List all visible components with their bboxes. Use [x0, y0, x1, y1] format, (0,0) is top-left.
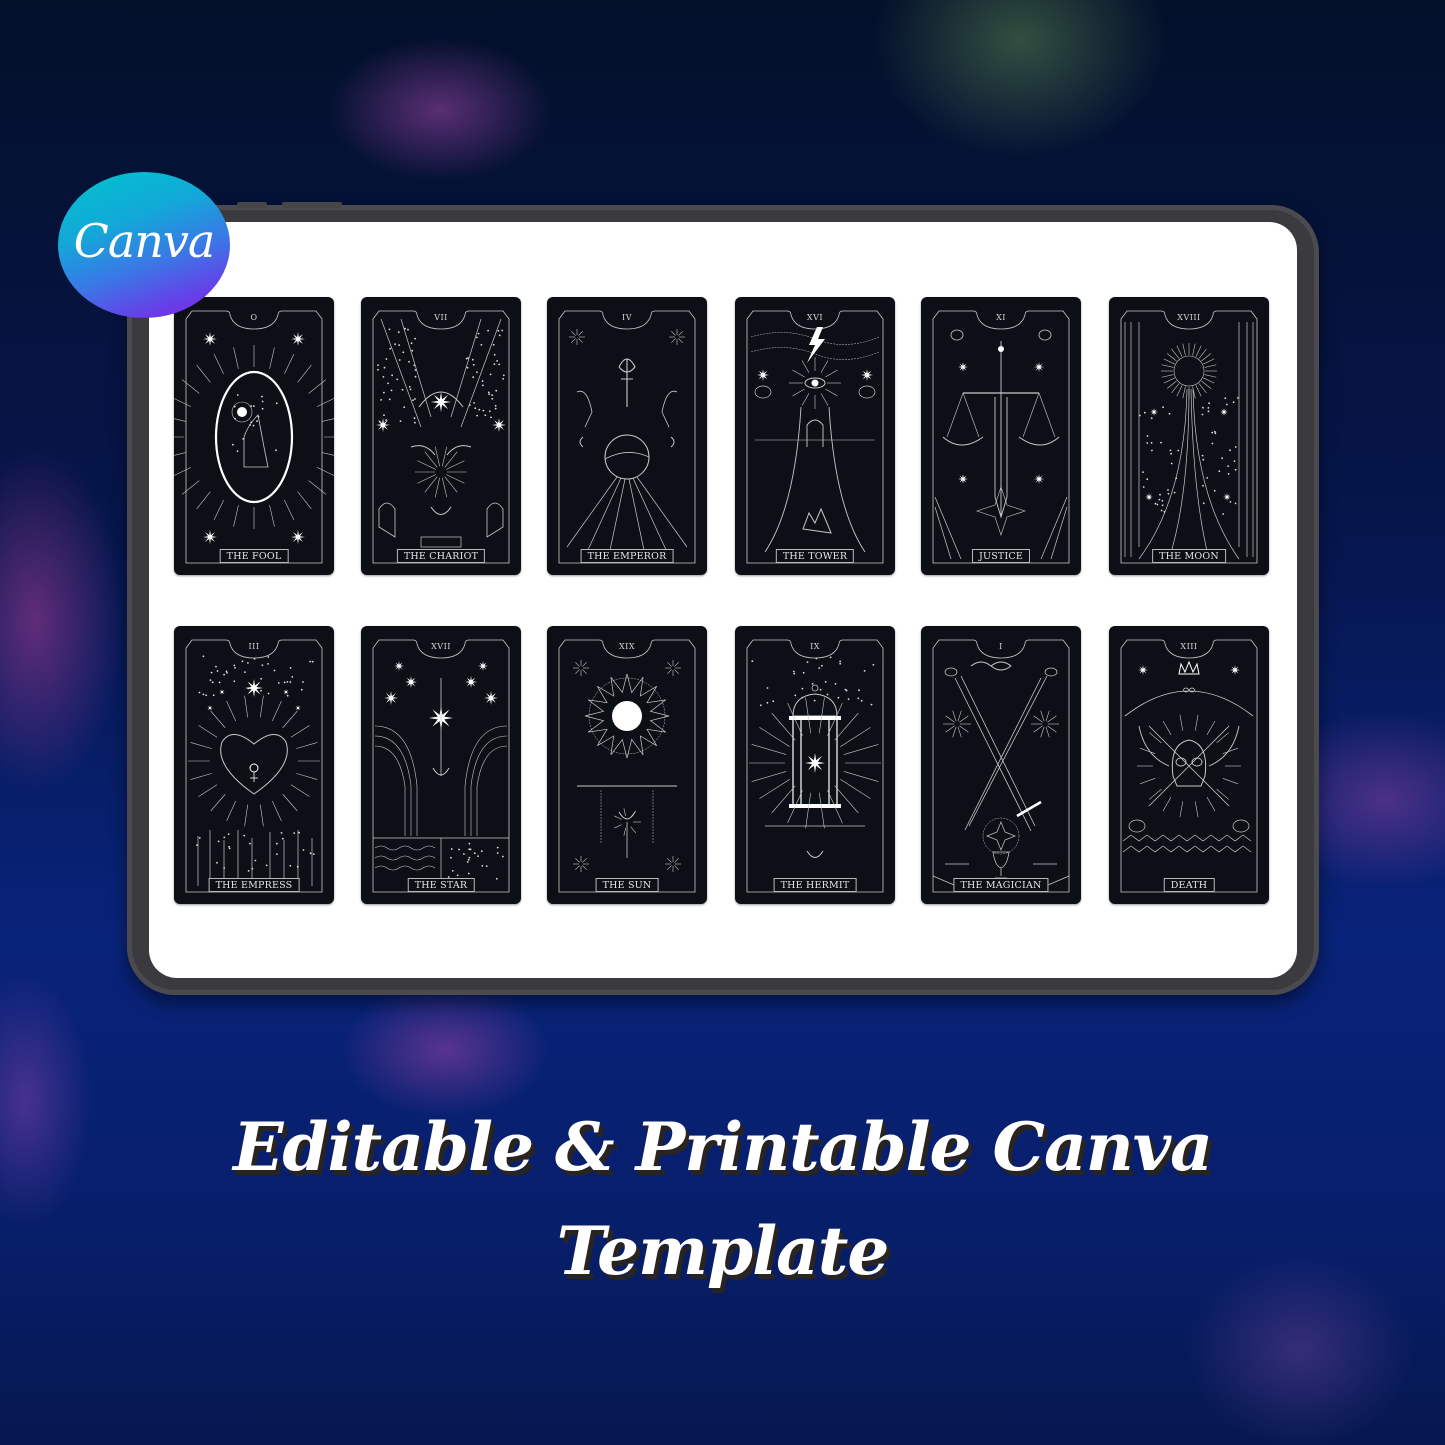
chariot-illustration-icon	[372, 310, 510, 564]
card-title: THE MOON	[1152, 549, 1226, 563]
death-illustration-icon	[1120, 639, 1258, 893]
tarot-card-empress: III THE EMPRESS	[174, 626, 334, 904]
moon-illustration-icon	[1120, 310, 1258, 564]
tarot-card-sun: XIX THE SUN	[547, 626, 707, 904]
tarot-card-star: XVII THE STAR	[361, 626, 521, 904]
card-title: THE SUN	[595, 878, 659, 892]
card-title: THE EMPRESS	[208, 878, 300, 892]
card-title: THE HERMIT	[773, 878, 857, 892]
tarot-card-moon: XVIII THE MOON	[1109, 297, 1269, 575]
tarot-card-fool: O THE FOOL	[174, 297, 334, 575]
tarot-card-death: XIII DEATH	[1109, 626, 1269, 904]
card-title: THE STAR	[407, 878, 475, 892]
card-title: THE MAGICIAN	[953, 878, 1049, 892]
card-numeral: XIX	[618, 642, 636, 651]
empress-illustration-icon	[185, 639, 323, 893]
card-title: THE EMPEROR	[580, 549, 674, 563]
hermit-illustration-icon	[746, 639, 884, 893]
star-illustration-icon	[372, 639, 510, 893]
tarot-card-justice: XI JUSTICE	[921, 297, 1081, 575]
tarot-card-hermit: IX THE HERMIT	[735, 626, 895, 904]
card-numeral: VII	[434, 313, 448, 322]
headline-line-1: Editable & Printable Canva	[233, 1108, 1213, 1186]
card-numeral: III	[248, 642, 260, 651]
page: { "brand": { "logo_text": "Canva", "logo…	[0, 0, 1445, 1445]
canva-logo-text: Canva	[73, 214, 216, 268]
card-numeral: XVIII	[1177, 313, 1201, 322]
tablet-button	[237, 202, 267, 208]
card-title: JUSTICE	[971, 549, 1031, 563]
card-numeral: IV	[622, 313, 632, 322]
card-numeral: XVI	[806, 313, 824, 322]
headline-line-2: Template	[556, 1212, 890, 1290]
tower-illustration-icon	[746, 310, 884, 564]
tablet-mockup: O THE FOOL VII THE CHARIOT IV THE EMPERO…	[127, 202, 1319, 995]
card-numeral: IX	[810, 642, 820, 651]
card-title: THE TOWER	[775, 549, 855, 563]
tarot-card-magician: I THE MAGICIAN	[921, 626, 1081, 904]
card-numeral: I	[999, 642, 1003, 651]
justice-illustration-icon	[932, 310, 1070, 564]
tarot-card-emperor: IV THE EMPEROR	[547, 297, 707, 575]
magician-illustration-icon	[932, 639, 1070, 893]
card-numeral: XI	[996, 313, 1006, 322]
card-title: DEATH	[1163, 878, 1215, 892]
card-title: THE CHARIOT	[396, 549, 486, 563]
fool-illustration-icon	[174, 310, 334, 564]
card-title: THE FOOL	[219, 549, 289, 563]
tarot-card-chariot: VII THE CHARIOT	[361, 297, 521, 575]
canva-logo: Canva	[58, 172, 230, 318]
tarot-card-tower: XVI THE TOWER	[735, 297, 895, 575]
card-numeral: XVII	[431, 642, 451, 651]
card-numeral: O	[250, 313, 258, 322]
tablet-screen: O THE FOOL VII THE CHARIOT IV THE EMPERO…	[149, 222, 1297, 978]
emperor-illustration-icon	[558, 310, 696, 564]
sun-illustration-icon	[558, 639, 696, 893]
tablet-button	[282, 202, 342, 208]
card-numeral: XIII	[1180, 642, 1198, 651]
